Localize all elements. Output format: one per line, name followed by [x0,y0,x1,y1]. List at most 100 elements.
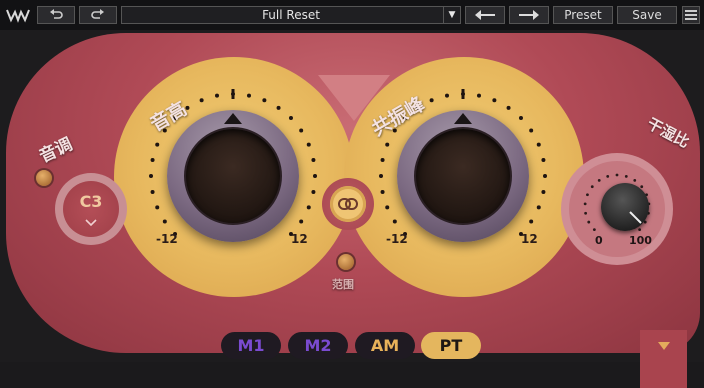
scale-tick [288,116,293,121]
formant-min-label: -12 [386,232,408,246]
scale-tick [306,142,311,147]
scale-tick [529,128,534,133]
next-preset-button[interactable] [509,6,549,24]
mode-button-m1[interactable]: M1 [221,332,281,359]
pitch-knob-well [184,127,282,225]
scale-tick [155,205,160,210]
formant-pointer-icon [454,113,472,124]
waves-logo-icon [6,9,30,23]
toolbar: Full Reset ▼ Preset Save [0,0,704,31]
preset-name-field[interactable]: Full Reset ▼ [121,6,461,24]
scale-tick [246,93,251,98]
arrow-left-icon [475,10,495,20]
scale-tick [492,98,497,103]
scale-tick [590,185,594,189]
mode-button-m2[interactable]: M2 [288,332,348,359]
scale-tick [536,142,541,147]
preset-button[interactable]: Preset [553,6,613,24]
mix-min-label: 0 [595,234,603,247]
scale-tick [299,219,304,224]
scale-tick [597,178,601,182]
dropdown-arrow-icon[interactable]: ▼ [443,7,460,23]
link-icon [330,186,366,222]
scale-center-mark [231,89,235,99]
redo-icon [91,9,104,19]
mix-face: 0 100 [569,161,665,257]
scale-tick [262,98,267,103]
undo-icon [50,9,63,19]
scale-tick [541,158,546,163]
scale-tick [155,142,160,147]
pitch-knob[interactable] [167,110,299,242]
mode-button-am[interactable]: AM [355,332,415,359]
formant-knob[interactable] [397,110,529,242]
scale-tick [541,189,546,194]
undo-button[interactable] [37,6,75,24]
redo-button[interactable] [79,6,117,24]
scale-tick [606,174,610,178]
scale-tick [583,202,587,206]
pitch-max-label: 12 [291,232,308,246]
save-button[interactable]: Save [617,6,677,24]
chevron-down-icon [85,219,97,227]
scale-tick [429,98,434,103]
scale-center-mark [461,89,465,99]
scale-tick [445,93,450,98]
link-button[interactable] [322,178,374,230]
scale-tick [306,205,311,210]
mix-pointer-icon [629,211,642,224]
scale-tick [529,219,534,224]
scale-tick [215,93,220,98]
scale-tick [592,228,596,232]
scale-tick [584,211,588,215]
scale-tick [150,189,155,194]
menu-icon [685,10,697,20]
scale-tick [587,220,591,224]
plugin-panel: 音高 -12 12 共振峰 -12 12 范围 音调 C3 干湿比 0 100 [0,30,704,388]
scale-tick [586,193,589,197]
scale-tick [311,189,316,194]
corner-panel [640,330,687,388]
mix-knob[interactable] [601,183,649,231]
scale-tick [385,142,390,147]
pitch-pointer-icon [224,113,242,124]
scale-tick [149,174,153,178]
key-value: C3 [79,192,103,211]
range-toggle[interactable] [338,254,354,270]
mix-max-label: 100 [629,234,652,247]
pitch-enable-toggle[interactable] [36,170,52,186]
scale-tick [150,158,155,163]
scale-tick [385,205,390,210]
preset-name: Full Reset [262,8,320,22]
scale-tick [199,98,204,103]
scale-tick [633,178,637,182]
menu-button[interactable] [682,6,700,24]
mode-button-pt[interactable]: PT [421,332,481,359]
key-selector-face: C3 [63,181,119,237]
previous-preset-button[interactable] [465,6,505,24]
scale-tick [162,219,167,224]
scale-tick [476,93,481,98]
scale-tick [506,105,511,110]
arrow-right-icon [519,10,539,20]
scale-tick [518,116,523,121]
scale-tick [615,173,619,177]
pitch-min-label: -12 [156,232,178,246]
scale-tick [379,174,383,178]
key-selector[interactable]: C3 [55,173,127,245]
scale-tick [311,158,316,163]
scale-tick [624,174,628,178]
scale-tick [299,128,304,133]
mix-section: 0 100 [561,153,673,265]
scale-tick [313,174,317,178]
scale-tick [380,189,385,194]
scale-tick [543,174,547,178]
scale-tick [276,105,281,110]
range-label: 范围 [332,278,354,291]
scale-tick [536,205,541,210]
scale-tick [392,219,397,224]
formant-max-label: 12 [521,232,538,246]
formant-knob-well [414,127,512,225]
expand-arrow-icon[interactable] [658,342,670,350]
scale-tick [380,158,385,163]
